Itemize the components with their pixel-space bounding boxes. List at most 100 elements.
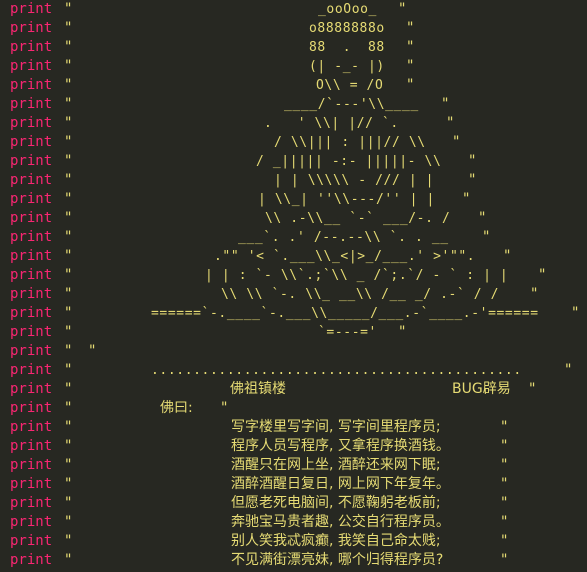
close-quote: " (468, 153, 477, 169)
code-editor[interactable]: print " _ooOoo_ " print " o8888888o " print " 88 .… (0, 0, 587, 572)
close-quote: " (88, 343, 97, 359)
ascii-art-text: 88 . 88 (309, 40, 385, 55)
code-line: print " . ' \\| |// `. " (0, 114, 587, 133)
ascii-art-text: / \\||| : |||// \\ (274, 135, 426, 150)
print-keyword: print (10, 191, 53, 207)
print-keyword: print (10, 476, 53, 492)
code-line: print " / \\||| : |||// \\ " (0, 133, 587, 152)
close-quote: " (530, 286, 539, 302)
print-keyword: print (10, 400, 53, 416)
print-keyword: print (10, 96, 53, 112)
ascii-art-text: _ooOoo_ (318, 2, 377, 17)
code-line: print " 酒醉酒醒日复日, 网上网下年复年。 " (0, 475, 587, 494)
print-keyword: print (10, 267, 53, 283)
ascii-art-text: ____/`---'\\____ (284, 97, 419, 112)
close-quote: " (528, 381, 537, 397)
close-quote: " (462, 191, 471, 207)
ascii-art-text: | | : `- \\`.;`\\ _ /`;.`/ - ` : | | (205, 268, 509, 283)
code-line: print " | \\_| ''\\---/'' | | " (0, 190, 587, 209)
open-quote: " (64, 210, 73, 226)
print-keyword: print (10, 381, 53, 397)
code-line: print " (| -_- |) " (0, 57, 587, 76)
close-quote: " (478, 210, 487, 226)
open-quote: " (64, 153, 73, 169)
open-quote: " (64, 96, 73, 112)
code-line: print " 写字楼里写字间, 写字间里程序员; " (0, 418, 587, 437)
open-quote: " (64, 191, 73, 207)
print-keyword: print (10, 172, 53, 188)
print-keyword: print (10, 305, 53, 321)
open-quote: " (64, 476, 73, 492)
open-quote: " (64, 115, 73, 131)
code-line: print " | | \\\\\ - /// | | " (0, 171, 587, 190)
code-line: print " | | : `- \\`.;`\\ _ /`;.`/ - ` : |… (0, 266, 587, 285)
print-keyword: print (10, 248, 53, 264)
close-quote: " (500, 533, 509, 549)
print-keyword: print (10, 1, 53, 17)
poem-line: 酒醉酒醒日复日, 网上网下年复年。 (231, 476, 450, 492)
code-line: print " / _||||| -:- |||||- \\ " (0, 152, 587, 171)
poem-line: 酒醒只在网上坐, 酒醉还来网下眠; (231, 457, 441, 473)
print-keyword: print (10, 77, 53, 93)
close-quote: " (538, 267, 547, 283)
close-quote: " (468, 172, 477, 188)
code-line: print " 不见满街漂亮妹, 哪个归得程序员? " (0, 551, 587, 570)
code-line: print " " (0, 342, 587, 361)
close-quote: " (564, 362, 573, 378)
close-quote: " (398, 1, 407, 17)
code-line: print " 别人笑我忒疯癫, 我笑自己命太贱; " (0, 532, 587, 551)
poem-line: 程序人员写程序, 又拿程序换酒钱。 (231, 438, 450, 454)
print-keyword: print (10, 39, 53, 55)
close-quote: " (406, 20, 415, 36)
code-line: print " O\\ = /O " (0, 76, 587, 95)
close-quote: " (500, 476, 509, 492)
close-quote: " (441, 96, 450, 112)
close-quote: " (398, 324, 407, 340)
code-line: print " 但愿老死电脑间, 不愿鞠躬老板前; " (0, 494, 587, 513)
close-quote: " (571, 305, 580, 321)
close-quote: " (500, 552, 509, 568)
open-quote: " (64, 229, 73, 245)
ascii-art-text: ___`. .' /--.--\\ `. . __ (238, 230, 449, 245)
ascii-art-text: ........................................… (151, 363, 522, 378)
code-line: print " ======`-.____`-.___\\_____/___.-`_… (0, 304, 587, 323)
close-quote: " (500, 514, 509, 530)
ascii-art-text: \\ \\ `-. \\_ __\\ /__ _/ .-` / / (221, 287, 500, 302)
close-quote: " (452, 134, 461, 150)
code-line: print " _ooOoo_ " (0, 0, 587, 19)
close-quote: " (500, 419, 509, 435)
open-quote: " (64, 77, 73, 93)
code-line: print " \\ .-\\__ `-` ___/-. / " (0, 209, 587, 228)
close-quote: " (500, 457, 509, 473)
open-quote: " (64, 58, 73, 74)
poem-line: 不见满街漂亮妹, 哪个归得程序员? (231, 552, 444, 568)
print-keyword: print (10, 419, 53, 435)
print-keyword: print (10, 58, 53, 74)
print-keyword: print (10, 286, 53, 302)
close-quote: " (446, 115, 455, 131)
print-keyword: print (10, 229, 53, 245)
code-line: print "..................................… (0, 361, 587, 380)
print-keyword: print (10, 20, 53, 36)
close-quote: " (500, 495, 509, 511)
open-quote: " (64, 514, 73, 530)
print-keyword: print (10, 343, 53, 359)
ascii-art-text: `=---=' (318, 325, 377, 340)
poem-line: 别人笑我忒疯癫, 我笑自己命太贱; (231, 533, 441, 549)
open-quote: " (64, 495, 73, 511)
open-quote: " (64, 438, 73, 454)
ascii-art-text: | | \\\\\ - /// | | (274, 173, 435, 188)
code-line: print " 酒醒只在网上坐, 酒醉还来网下眠; " (0, 456, 587, 475)
print-keyword: print (10, 514, 53, 530)
open-quote: " (64, 457, 73, 473)
poem-line: 写字楼里写字间, 写字间里程序员; (231, 419, 441, 435)
print-keyword: print (10, 533, 53, 549)
ascii-art-text: \\ .-\\__ `-` ___/-. / (265, 211, 451, 226)
ascii-art-text: / _||||| -:- |||||- \\ (256, 154, 442, 169)
code-line: print " 程序人员写程序, 又拿程序换酒钱。 " (0, 437, 587, 456)
code-line: print " `=---=' " (0, 323, 587, 342)
print-keyword: print (10, 495, 53, 511)
print-keyword: print (10, 153, 53, 169)
code-line: print " 佛曰: " (0, 399, 587, 418)
open-quote: " (64, 400, 73, 416)
